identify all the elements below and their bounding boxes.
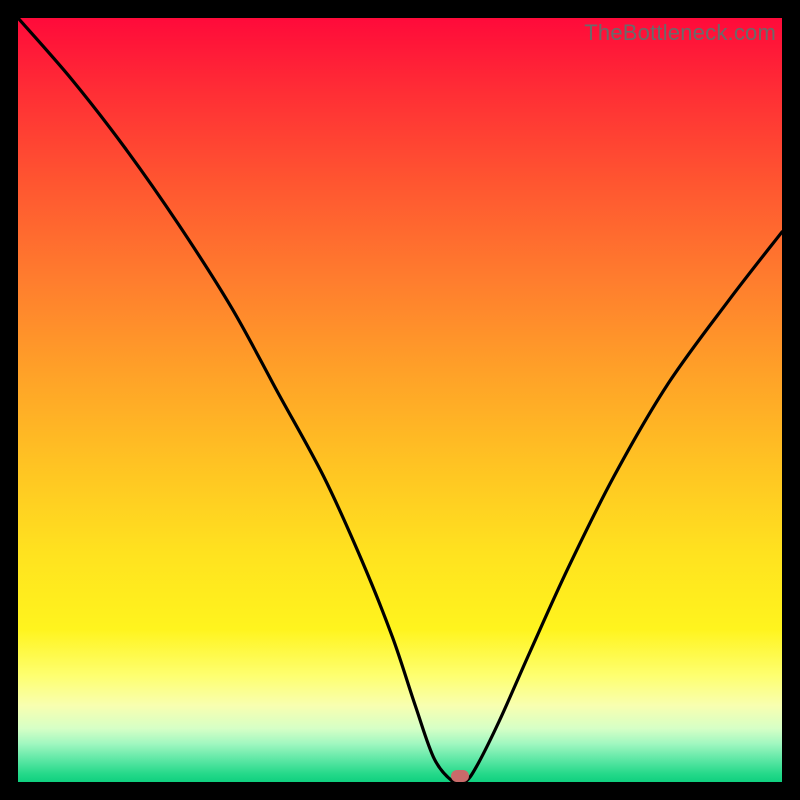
optimum-marker [451,770,469,782]
plot-area: TheBottleneck.com [18,18,782,782]
curve-path [18,18,782,782]
bottleneck-curve [18,18,782,782]
chart-frame: TheBottleneck.com [0,0,800,800]
